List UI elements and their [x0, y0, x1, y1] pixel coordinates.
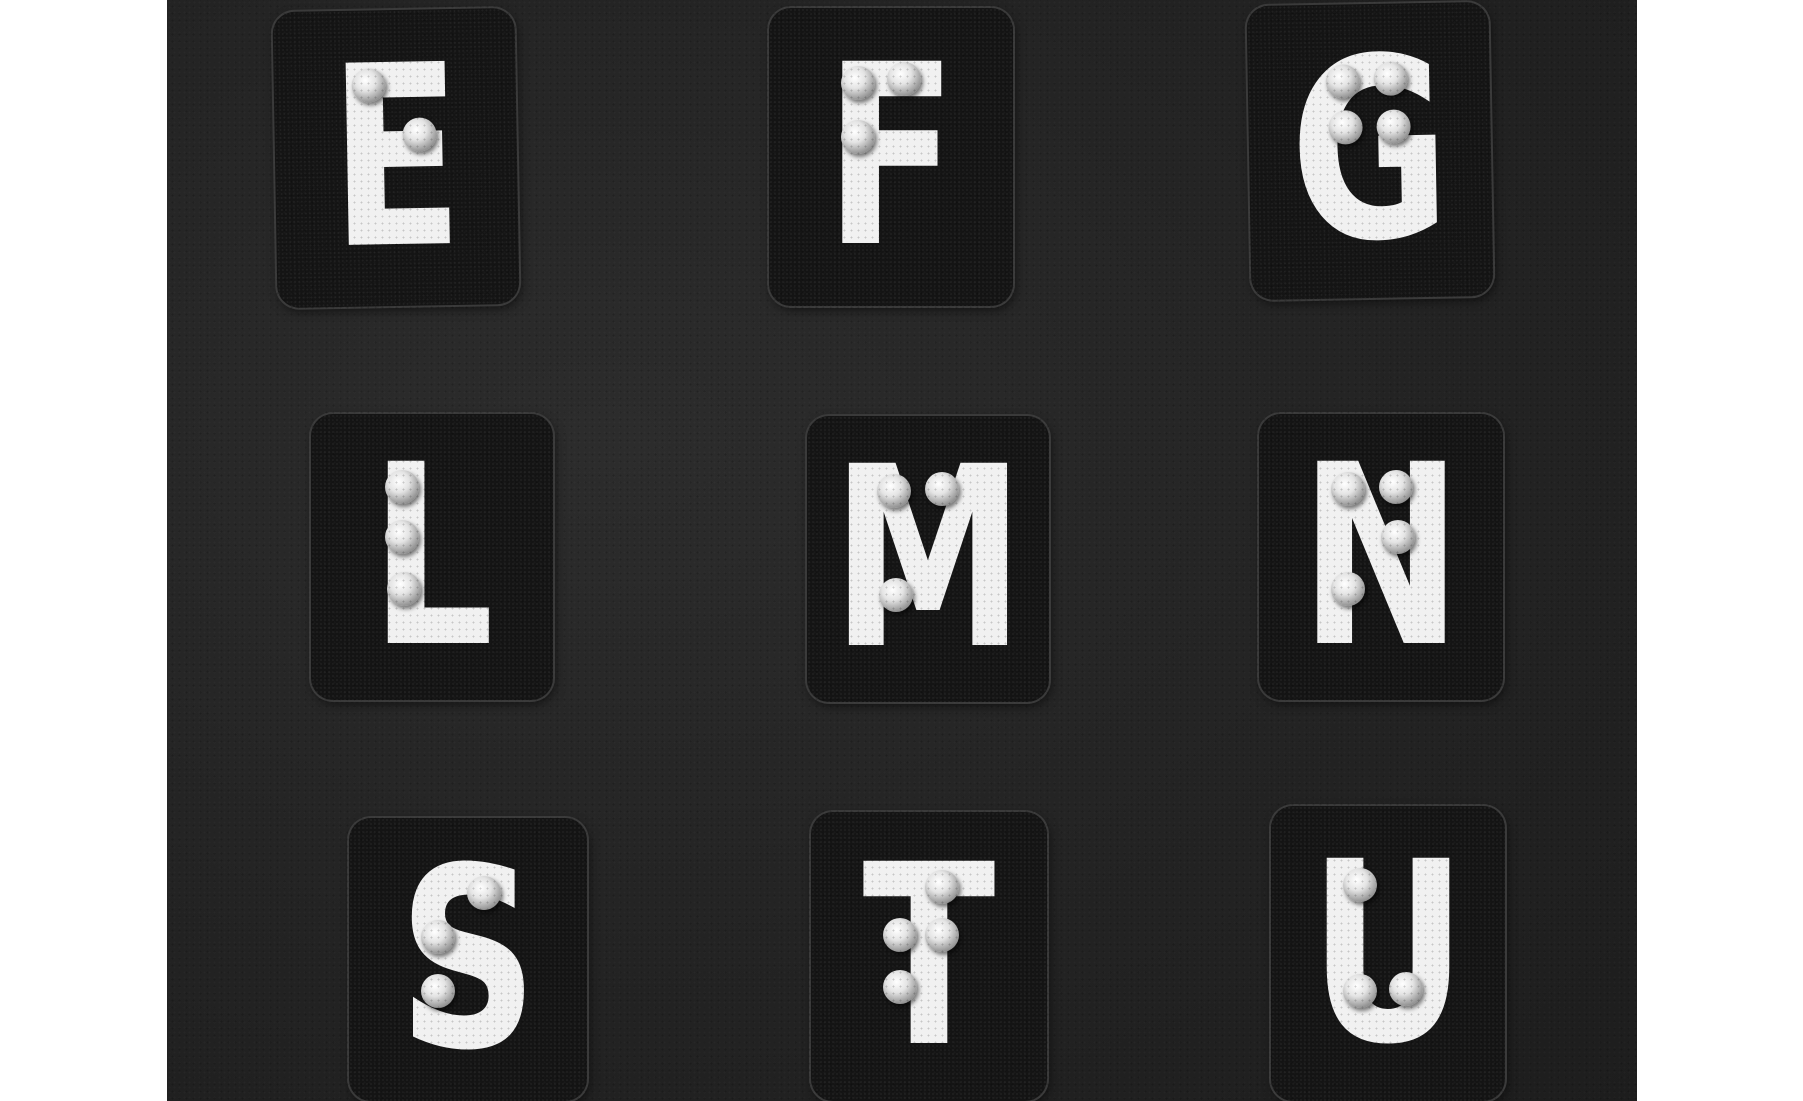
tile-letter: F [824, 11, 958, 302]
braille-tile-g: G [1246, 1, 1494, 301]
braille-dot [925, 918, 959, 952]
tile-letter: S [397, 818, 539, 1101]
braille-dot [841, 120, 875, 154]
braille-tile-m: M [807, 416, 1049, 702]
braille-tile-u: U [1271, 806, 1505, 1101]
braille-tile-f: F [769, 8, 1013, 306]
braille-dot [385, 520, 419, 554]
braille-dot [925, 472, 959, 506]
braille-dot [1331, 472, 1365, 506]
braille-dot [421, 974, 455, 1008]
braille-dot [1379, 470, 1413, 504]
braille-dot [467, 876, 501, 910]
braille-tile-n: N [1259, 414, 1503, 700]
braille-dot [841, 66, 875, 100]
braille-dot [925, 870, 959, 904]
braille-dot [883, 918, 917, 952]
tile-letter: M [830, 416, 1026, 702]
braille-tile-t: T [811, 812, 1047, 1101]
braille-dot [1343, 868, 1377, 902]
braille-dot [1381, 520, 1415, 554]
braille-dot [1331, 572, 1365, 606]
braille-letter-tiles-photo: E F G L M N S T U [167, 0, 1637, 1101]
tile-letter: N [1299, 414, 1463, 700]
tile-letter: G [1287, 3, 1453, 298]
braille-tile-e: E [272, 7, 520, 309]
braille-dot [879, 578, 913, 612]
braille-dot [1389, 972, 1423, 1006]
tile-letter: U [1308, 807, 1468, 1099]
tile-letter: L [369, 414, 495, 700]
braille-dot [421, 920, 455, 954]
braille-dot [387, 572, 421, 606]
braille-tile-l: L [311, 414, 553, 700]
braille-tile-s: S [349, 818, 587, 1101]
braille-dot [385, 470, 419, 504]
braille-dot [887, 62, 921, 96]
tile-letter: T [862, 812, 996, 1101]
braille-dot [883, 970, 917, 1004]
tile-letter: E [326, 10, 466, 305]
braille-dot [877, 474, 911, 508]
braille-dot [1343, 974, 1377, 1008]
